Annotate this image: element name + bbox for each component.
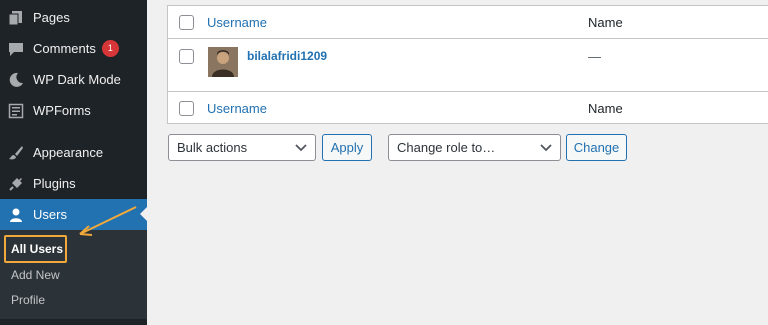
menu-item-plugins[interactable]: Plugins: [0, 168, 147, 199]
menu-item-pages[interactable]: Pages: [0, 2, 147, 33]
forms-icon: [7, 102, 25, 120]
change-role-value: Change role to…: [397, 140, 496, 155]
user-icon: [7, 206, 25, 224]
menu-label-plugins: Plugins: [33, 176, 76, 191]
submenu-item-profile[interactable]: Profile: [11, 293, 45, 307]
comments-count-badge: 1: [101, 40, 119, 57]
plugin-icon: [7, 175, 25, 193]
comments-icon: [7, 40, 25, 58]
menu-label-users: Users: [33, 207, 67, 222]
change-role-select[interactable]: Change role to…: [388, 134, 561, 161]
row-checkbox[interactable]: [179, 49, 194, 64]
menu-item-comments[interactable]: Comments 1: [0, 33, 147, 64]
menu-label-wp-dark-mode: WP Dark Mode: [33, 72, 121, 87]
table-header-row: Username Name: [168, 6, 768, 39]
column-footer-username[interactable]: Username: [207, 101, 267, 116]
table-footer-row: Username Name: [168, 91, 768, 124]
menu-label-appearance: Appearance: [33, 145, 104, 160]
pages-icon: [7, 9, 25, 27]
bulk-actions-select[interactable]: Bulk actions: [168, 134, 316, 161]
moon-icon: [7, 71, 25, 89]
menu-item-appearance[interactable]: Appearance: [0, 137, 147, 168]
avatar: [208, 47, 238, 77]
select-all-footer-checkbox[interactable]: [179, 101, 194, 116]
chevron-down-icon: [295, 144, 307, 152]
submenu-item-add-new[interactable]: Add New: [11, 268, 60, 282]
username-link[interactable]: bilalafridi1209: [247, 49, 327, 63]
menu-label-pages: Pages: [33, 10, 70, 25]
chevron-down-icon: [540, 144, 552, 152]
apply-button[interactable]: Apply: [322, 134, 372, 161]
table-row: bilalafridi1209 —: [168, 39, 768, 91]
annotation-highlight-box: [4, 235, 67, 263]
menu-label-comments: Comments: [33, 41, 96, 56]
active-menu-pointer: [140, 207, 147, 221]
change-role-button[interactable]: Change: [566, 134, 627, 161]
brush-icon: [7, 144, 25, 162]
menu-item-wp-dark-mode[interactable]: WP Dark Mode: [0, 64, 147, 95]
admin-sidebar: Pages Comments 1 WP Dark Mode WPForms Ap…: [0, 0, 147, 325]
annotation-arrow-icon: [79, 206, 137, 236]
column-header-username[interactable]: Username: [207, 15, 267, 30]
menu-item-wpforms[interactable]: WPForms: [0, 95, 147, 126]
column-footer-name: Name: [588, 101, 623, 116]
column-header-name: Name: [588, 15, 623, 30]
user-full-name: —: [588, 49, 601, 64]
bulk-actions-value: Bulk actions: [177, 140, 248, 155]
select-all-checkbox[interactable]: [179, 15, 194, 30]
menu-label-wpforms: WPForms: [33, 103, 91, 118]
users-table: Username Name bilalafridi1209 — Username…: [167, 5, 768, 124]
